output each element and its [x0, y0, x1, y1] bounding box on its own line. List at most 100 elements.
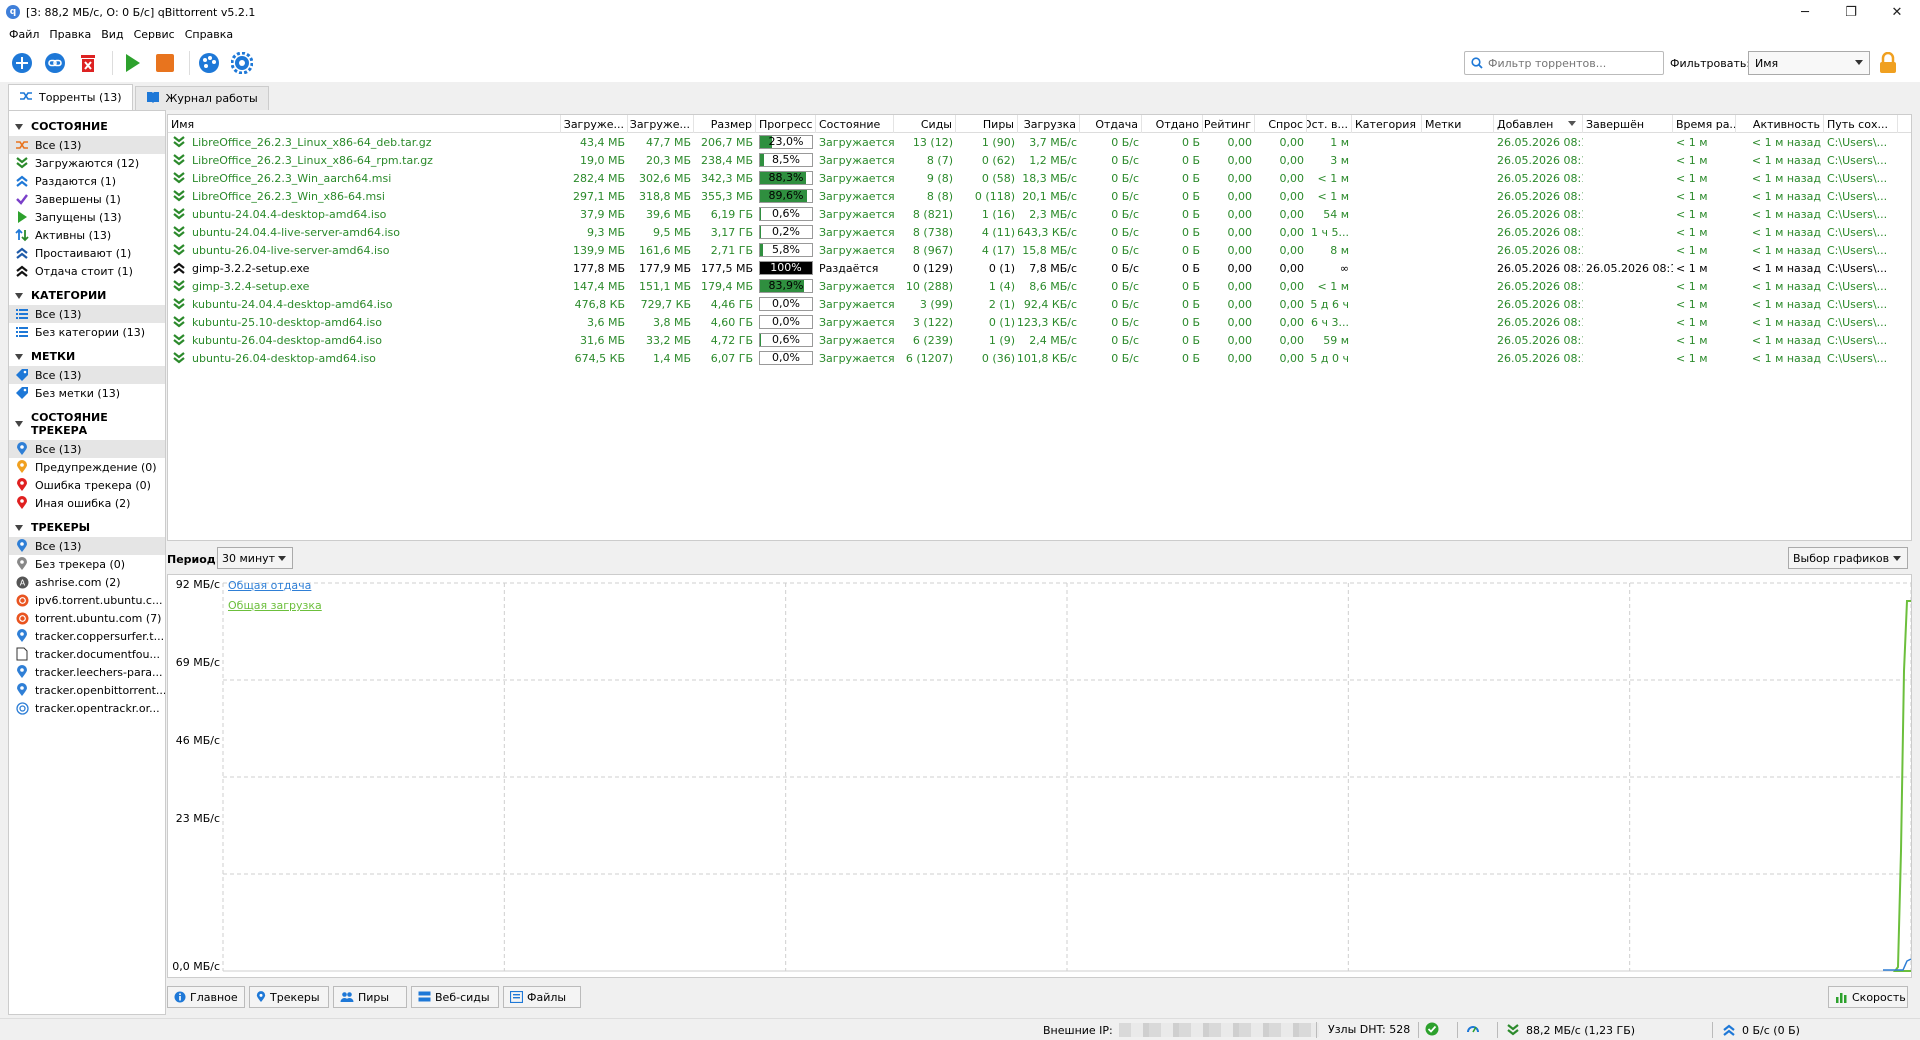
- tab-peers[interactable]: Пиры: [333, 986, 407, 1008]
- server-icon: [418, 991, 431, 1003]
- table-row[interactable]: gimp-3.2.4-setup.exe 147,4 МБ 151,1 МБ 179,…: [168, 277, 1911, 295]
- tracker-filter-openbittorrent[interactable]: tracker.openbittorrent...: [9, 681, 165, 699]
- table-row[interactable]: LibreOffice_26.2.3_Win_x86-64.msi 297,1 М…: [168, 187, 1911, 205]
- period-select[interactable]: 30 минут: [217, 547, 293, 569]
- status-filter-downloading[interactable]: Загружаются (12): [9, 154, 165, 172]
- status-filter-stalled-upload[interactable]: Отдача стоит (1): [9, 262, 165, 280]
- tab-webseeds[interactable]: Веб-сиды: [411, 986, 499, 1008]
- table-row[interactable]: LibreOffice_26.2.3_Linux_x86-64_deb.tar.…: [168, 133, 1911, 151]
- tag-filter-untagged[interactable]: Без метки (13): [9, 384, 165, 402]
- maximize-button[interactable]: ❐: [1828, 0, 1874, 24]
- column-header-downloaded-session[interactable]: Загруже...: [628, 115, 694, 133]
- map-pin-icon: [15, 665, 29, 679]
- graph-select-dropdown[interactable]: Выбор графиков: [1788, 547, 1908, 569]
- pause-button[interactable]: [151, 49, 179, 77]
- minimize-button[interactable]: ─: [1782, 0, 1828, 24]
- close-button[interactable]: ✕: [1874, 0, 1920, 24]
- tab-speed[interactable]: Скорость: [1828, 986, 1908, 1008]
- column-header-progress[interactable]: Прогресс: [756, 115, 816, 133]
- column-header-ratio[interactable]: Рейтинг: [1203, 115, 1255, 133]
- table-row[interactable]: LibreOffice_26.2.3_Linux_x86-64_rpm.tar.…: [168, 151, 1911, 169]
- status-filter-all[interactable]: Все (13): [9, 136, 165, 154]
- table-row[interactable]: ubuntu-24.04.4-live-server-amd64.iso 9,3 …: [168, 223, 1911, 241]
- tab-files[interactable]: Файлы: [503, 986, 581, 1008]
- column-header-completed-on[interactable]: Завершён: [1583, 115, 1673, 133]
- tab-log[interactable]: Журнал работы: [134, 86, 269, 110]
- tracker-filter-all[interactable]: Все (13): [9, 537, 165, 555]
- status-filter-seeding[interactable]: Раздаются (1): [9, 172, 165, 190]
- table-row[interactable]: ubuntu-26.04-desktop-amd64.iso 674,5 КБ 1,…: [168, 349, 1911, 367]
- tracker-status-section-title[interactable]: СОСТОЯНИЕ ТРЕКЕРА: [9, 402, 165, 440]
- status-filter-stalled[interactable]: Простаивают (1): [9, 244, 165, 262]
- menu-edit[interactable]: Правка: [44, 28, 96, 41]
- category-filter-all[interactable]: Все (13): [9, 305, 165, 323]
- tracker-filter-ipv6-ubuntu[interactable]: ipv6.torrent.ubuntu.c...: [9, 591, 165, 609]
- column-header-name[interactable]: Имя: [168, 115, 561, 133]
- filter-by-select[interactable]: Имя: [1748, 51, 1870, 75]
- column-header-time-active[interactable]: Время ра...: [1673, 115, 1736, 133]
- categories-section-title[interactable]: КАТЕГОРИИ: [9, 280, 165, 305]
- table-row[interactable]: LibreOffice_26.2.3_Win_aarch64.msi 282,4 …: [168, 169, 1911, 187]
- tracker-filter-ashrise[interactable]: Aashrise.com (2): [9, 573, 165, 591]
- tracker-filter-torrent-ubuntu[interactable]: torrent.ubuntu.com (7): [9, 609, 165, 627]
- column-header-state[interactable]: Состояние: [816, 115, 894, 133]
- column-header-download-speed[interactable]: Загрузка: [1018, 115, 1080, 133]
- column-header-downloaded[interactable]: Загруже...: [561, 115, 628, 133]
- tab-trackers[interactable]: Трекеры: [249, 986, 329, 1008]
- alt-speed-button[interactable]: [1466, 1022, 1480, 1036]
- tracker-filter-documentfoundation[interactable]: tracker.documentfou...: [9, 645, 165, 663]
- tab-torrents[interactable]: Торренты (13): [8, 84, 133, 110]
- column-header-seeds[interactable]: Сиды: [894, 115, 956, 133]
- menu-file[interactable]: Файл: [4, 28, 44, 41]
- column-header-save-path[interactable]: Путь сох...: [1824, 115, 1898, 133]
- tracker-filter-opentrackr[interactable]: tracker.opentrackr.or...: [9, 699, 165, 717]
- tags-section-title[interactable]: МЕТКИ: [9, 341, 165, 366]
- table-row[interactable]: ubuntu-24.04.4-desktop-amd64.iso 37,9 МБ 3…: [168, 205, 1911, 223]
- column-header-eta[interactable]: Ост. в...: [1307, 115, 1352, 133]
- column-header-size[interactable]: Размер: [694, 115, 756, 133]
- status-section-title[interactable]: СОСТОЯНИЕ: [9, 111, 165, 136]
- menu-help[interactable]: Справка: [180, 28, 238, 41]
- column-header-category[interactable]: Категория: [1352, 115, 1422, 133]
- column-header-last-activity[interactable]: Активность: [1736, 115, 1824, 133]
- table-row[interactable]: ubuntu-26.04-live-server-amd64.iso 139,9 …: [168, 241, 1911, 259]
- status-filter-running[interactable]: Запущены (13): [9, 208, 165, 226]
- tracker-status-filter-other-error[interactable]: Иная ошибка (2): [9, 494, 165, 512]
- column-header-peers[interactable]: Пиры: [956, 115, 1018, 133]
- connection-status-button[interactable]: [1425, 1022, 1439, 1036]
- tracker-status-filter-all[interactable]: Все (13): [9, 440, 165, 458]
- tracker-filter-leechers-paradise[interactable]: tracker.leechers-para...: [9, 663, 165, 681]
- category-filter-uncategorized[interactable]: Без категории (13): [9, 323, 165, 341]
- tag-filter-all[interactable]: Все (13): [9, 366, 165, 384]
- menu-view[interactable]: Вид: [96, 28, 128, 41]
- table-row[interactable]: gimp-3.2.2-setup.exe 177,8 МБ 177,9 МБ 177,…: [168, 259, 1911, 277]
- add-torrent-file-button[interactable]: [8, 49, 36, 77]
- tracker-filter-trackerless[interactable]: Без трекера (0): [9, 555, 165, 573]
- table-row[interactable]: kubuntu-24.04.4-desktop-amd64.iso 476,8 К…: [168, 295, 1911, 313]
- resume-button[interactable]: [118, 49, 146, 77]
- upload-speed[interactable]: 0 Б/с (0 Б): [1722, 1023, 1800, 1037]
- delete-torrent-button[interactable]: [74, 49, 102, 77]
- status-filter-active[interactable]: Активны (13): [9, 226, 165, 244]
- cell-downloaded: 37,9 МБ: [579, 207, 625, 221]
- torrent-filter-input[interactable]: [1488, 56, 1658, 70]
- table-row[interactable]: kubuntu-26.04-desktop-amd64.iso 31,6 МБ 33…: [168, 331, 1911, 349]
- add-torrent-link-button[interactable]: [41, 49, 69, 77]
- tab-general[interactable]: Главное: [167, 986, 245, 1008]
- lock-button[interactable]: [1878, 51, 1898, 77]
- column-header-upload-speed[interactable]: Отдача: [1080, 115, 1142, 133]
- column-header-availability[interactable]: Спрос: [1255, 115, 1307, 133]
- column-header-tags[interactable]: Метки: [1422, 115, 1494, 133]
- status-filter-completed[interactable]: Завершены (1): [9, 190, 165, 208]
- tracker-status-filter-warning[interactable]: Предупреждение (0): [9, 458, 165, 476]
- tracker-filter-coppersurfer[interactable]: tracker.coppersurfer.t...: [9, 627, 165, 645]
- tracker-status-filter-error[interactable]: Ошибка трекера (0): [9, 476, 165, 494]
- trackers-section-title[interactable]: ТРЕКЕРЫ: [9, 512, 165, 537]
- download-speed[interactable]: 88,2 МБ/с (1,23 ГБ): [1506, 1023, 1635, 1037]
- options-button[interactable]: [228, 49, 256, 77]
- menu-tools[interactable]: Сервис: [129, 28, 180, 41]
- column-header-uploaded[interactable]: Отдано: [1142, 115, 1203, 133]
- column-header-added-on[interactable]: Добавлен: [1494, 115, 1583, 133]
- rss-reader-button[interactable]: [195, 49, 223, 77]
- table-row[interactable]: kubuntu-25.10-desktop-amd64.iso 3,6 МБ 3,8…: [168, 313, 1911, 331]
